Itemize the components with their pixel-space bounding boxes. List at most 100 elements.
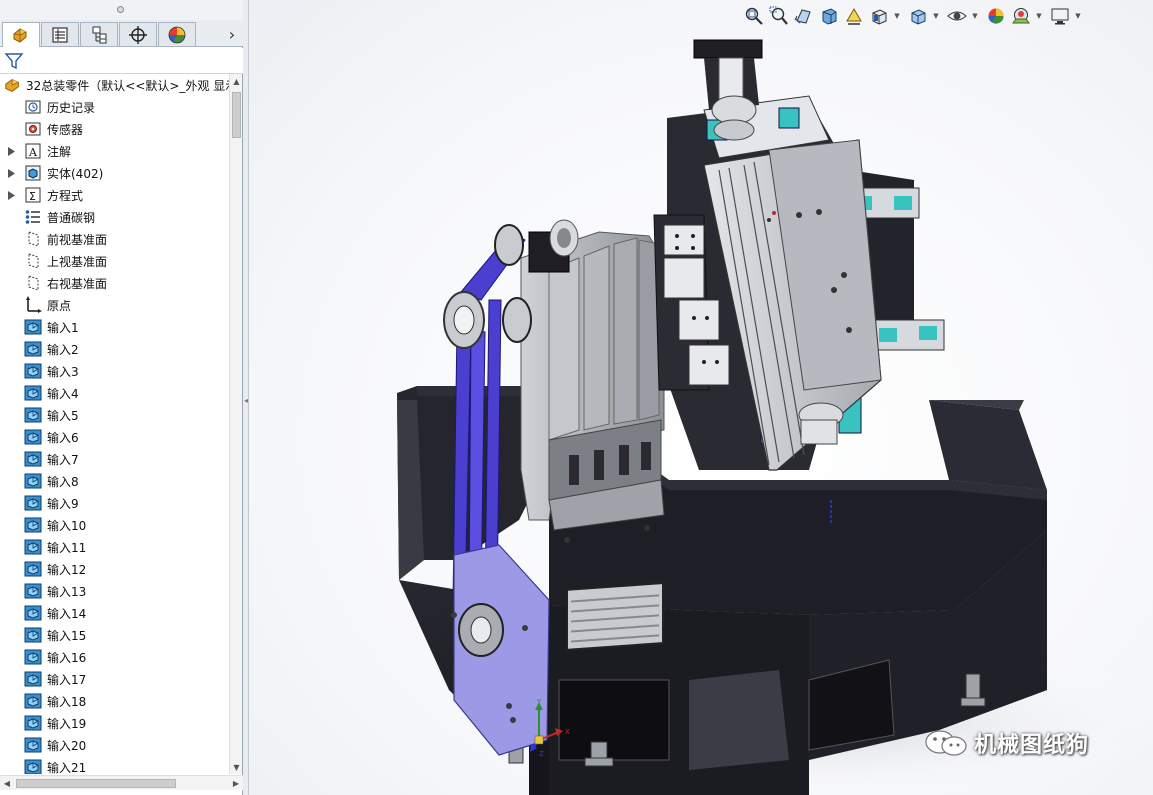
expand-arrow-icon[interactable] bbox=[4, 184, 18, 206]
svg-text:A: A bbox=[28, 146, 38, 159]
tree-item[interactable]: 上视基准面 bbox=[0, 250, 229, 272]
tree-item[interactable]: 输入8 bbox=[0, 470, 229, 492]
apply-scene-icon[interactable] bbox=[1010, 5, 1032, 27]
imported-body-icon bbox=[24, 692, 42, 710]
tree-item[interactable]: 输入10 bbox=[0, 514, 229, 536]
display-style-icon[interactable] bbox=[907, 5, 929, 27]
annotation-icon: A bbox=[24, 142, 42, 160]
imported-body-icon bbox=[24, 582, 42, 600]
tree-item[interactable]: 输入5 bbox=[0, 404, 229, 426]
imported-body-icon bbox=[24, 384, 42, 402]
scroll-up-arrow[interactable]: ▲ bbox=[230, 74, 243, 88]
more-tabs-arrow[interactable]: › bbox=[222, 22, 242, 46]
edit-appearance-icon[interactable] bbox=[985, 5, 1007, 27]
tree-horizontal-scrollbar[interactable]: ◀ ▶ bbox=[0, 775, 243, 790]
tree-item[interactable]: 输入19 bbox=[0, 712, 229, 734]
tree-item[interactable]: 输入12 bbox=[0, 558, 229, 580]
tree-item[interactable]: 输入16 bbox=[0, 646, 229, 668]
solid-bodies-icon bbox=[24, 164, 42, 182]
tree-item-label: 前视基准面 bbox=[47, 232, 108, 247]
previous-view-icon[interactable] bbox=[793, 5, 815, 27]
expand-arrow-icon[interactable] bbox=[4, 140, 18, 162]
scroll-right-arrow[interactable]: ▶ bbox=[229, 776, 243, 791]
tree-item[interactable]: 输入4 bbox=[0, 382, 229, 404]
tree-item[interactable]: 输入2 bbox=[0, 338, 229, 360]
tree-item[interactable]: 传感器 bbox=[0, 118, 229, 140]
view-settings-icon[interactable] bbox=[1049, 5, 1071, 27]
section-view-icon[interactable] bbox=[818, 5, 840, 27]
tab-featuremanager[interactable] bbox=[2, 22, 40, 47]
imported-body-icon bbox=[24, 472, 42, 490]
tree-item-label: 注解 bbox=[47, 144, 72, 159]
zoom-to-fit-icon[interactable] bbox=[743, 5, 765, 27]
tree-item[interactable]: 输入6 bbox=[0, 426, 229, 448]
tab-dimxpert-manager[interactable] bbox=[119, 22, 157, 46]
zoom-to-area-icon[interactable] bbox=[768, 5, 790, 27]
tree-item[interactable]: 前视基准面 bbox=[0, 228, 229, 250]
scroll-down-arrow[interactable]: ▼ bbox=[230, 760, 243, 774]
tab-configuration-manager[interactable] bbox=[80, 22, 118, 46]
scroll-thumb[interactable] bbox=[232, 92, 241, 138]
chevron-down-icon[interactable]: ▼ bbox=[893, 5, 901, 27]
graphics-area[interactable]: ▼ ▼ ▼ ▼ ▼ Y X Z 机械图纸狗 bbox=[249, 0, 1153, 795]
chevron-down-icon[interactable]: ▼ bbox=[971, 5, 979, 27]
tree-item[interactable]: 输入17 bbox=[0, 668, 229, 690]
tree-item[interactable]: 输入3 bbox=[0, 360, 229, 382]
tree-item[interactable]: 输入11 bbox=[0, 536, 229, 558]
scroll-left-arrow[interactable]: ◀ bbox=[0, 776, 14, 791]
tree-vertical-scrollbar[interactable]: ▲ ▼ bbox=[229, 74, 242, 774]
tree-item[interactable]: 输入7 bbox=[0, 448, 229, 470]
tree-item[interactable]: 输入20 bbox=[0, 734, 229, 756]
dynamic-annotation-icon[interactable] bbox=[843, 5, 865, 27]
expand-arrow-icon[interactable] bbox=[4, 162, 18, 184]
imported-body-icon bbox=[24, 340, 42, 358]
chevron-down-icon[interactable]: ▼ bbox=[932, 5, 940, 27]
filter-icon[interactable] bbox=[4, 51, 24, 71]
hscroll-thumb[interactable] bbox=[16, 779, 176, 788]
tree-item-label: 原点 bbox=[47, 298, 72, 313]
dimxpert-target-icon bbox=[129, 25, 147, 44]
tree-root-assembly[interactable]: 32总装零件（默认<<默认>_外观 显示 bbox=[0, 74, 229, 96]
tree-item[interactable]: 输入14 bbox=[0, 602, 229, 624]
imported-body-icon bbox=[24, 670, 42, 688]
material-icon bbox=[24, 208, 42, 226]
imported-body-icon bbox=[24, 428, 42, 446]
tree-item[interactable]: 输入13 bbox=[0, 580, 229, 602]
view-orientation-icon[interactable] bbox=[868, 5, 890, 27]
tree-item[interactable]: 历史记录 bbox=[0, 96, 229, 118]
tree-item[interactable]: 原点 bbox=[0, 294, 229, 316]
chevron-down-icon[interactable]: ▼ bbox=[1035, 5, 1043, 27]
tab-property-manager[interactable] bbox=[41, 22, 79, 46]
tree-item[interactable]: 右视基准面 bbox=[0, 272, 229, 294]
tree-item-label: 输入15 bbox=[47, 628, 87, 643]
triad-y-label: Y bbox=[536, 698, 542, 706]
chevron-down-icon[interactable]: ▼ bbox=[1074, 5, 1082, 27]
tree-filter[interactable] bbox=[0, 48, 243, 74]
tree-item[interactable]: 输入9 bbox=[0, 492, 229, 514]
tree-item-label: 输入6 bbox=[47, 430, 79, 445]
imported-body-icon bbox=[24, 538, 42, 556]
tab-display-manager[interactable] bbox=[158, 22, 196, 46]
tree-item[interactable]: 普通碳钢 bbox=[0, 206, 229, 228]
imported-body-icon bbox=[24, 736, 42, 754]
equations-icon: Σ bbox=[24, 186, 42, 204]
tree-item[interactable]: 实体(402) bbox=[0, 162, 229, 184]
tree-item[interactable]: 输入15 bbox=[0, 624, 229, 646]
tree-item[interactable]: A 注解 bbox=[0, 140, 229, 162]
tree-item[interactable]: Σ 方程式 bbox=[0, 184, 229, 206]
tree-item-label: 输入5 bbox=[47, 408, 79, 423]
tree-item[interactable]: 输入18 bbox=[0, 690, 229, 712]
hide-show-items-icon[interactable] bbox=[946, 5, 968, 27]
assembly-icon bbox=[5, 79, 19, 92]
tree-item[interactable]: 输入1 bbox=[0, 316, 229, 338]
heads-up-view-toolbar: ▼ ▼ ▼ ▼ ▼ bbox=[743, 4, 1088, 28]
panel-grip[interactable] bbox=[0, 0, 243, 20]
tree-item[interactable]: 输入21 bbox=[0, 756, 229, 774]
